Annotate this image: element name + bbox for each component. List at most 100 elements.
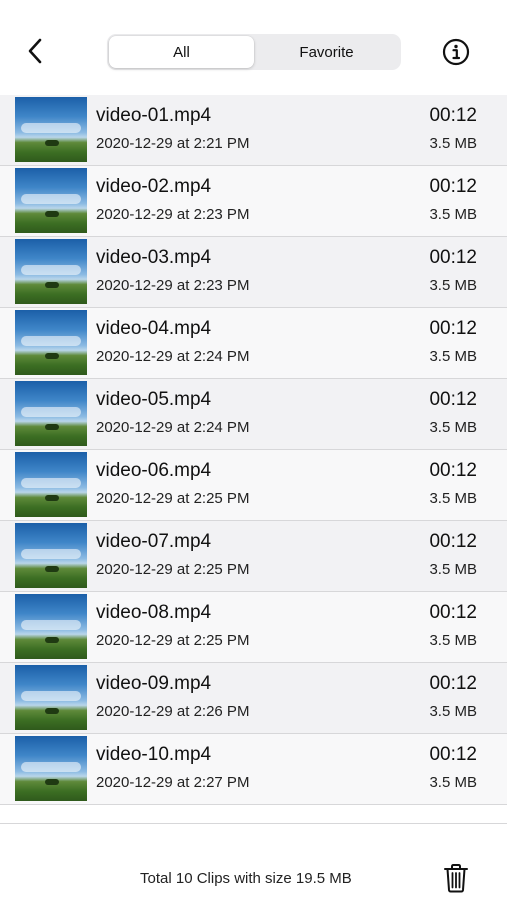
clip-date: 2020-12-29 at 2:24 PM (96, 348, 250, 365)
clip-row[interactable]: video-10.mp4 2020-12-29 at 2:27 PM 00:12 3.… (0, 734, 507, 805)
thumbnail-tree (45, 140, 59, 146)
clip-duration: 00:12 (429, 460, 477, 481)
thumbnail-cloud (21, 549, 81, 559)
clip-row[interactable]: video-09.mp4 2020-12-29 at 2:26 PM 00:12 3.… (0, 663, 507, 734)
footer-divider (0, 823, 507, 824)
thumbnail-cloud (21, 691, 81, 701)
video-thumbnail (15, 736, 87, 801)
clip-date: 2020-12-29 at 2:21 PM (96, 135, 250, 152)
thumbnail-tree (45, 495, 59, 501)
video-thumbnail (15, 665, 87, 730)
thumbnail-cloud (21, 123, 81, 133)
clip-duration: 00:12 (429, 673, 477, 694)
tab-favorite[interactable]: Favorite (254, 36, 399, 68)
video-thumbnail (15, 168, 87, 233)
clip-meta: video-10.mp4 2020-12-29 at 2:27 PM 00:12 3.… (96, 734, 507, 805)
clip-row[interactable]: video-02.mp4 2020-12-29 at 2:23 PM 00:12 3.… (0, 166, 507, 237)
thumbnail-tree (45, 708, 59, 714)
chevron-left-icon (28, 38, 42, 64)
video-thumbnail (15, 594, 87, 659)
clip-filename: video-09.mp4 (96, 673, 212, 694)
clip-filename: video-03.mp4 (96, 247, 212, 268)
clip-date: 2020-12-29 at 2:23 PM (96, 277, 250, 294)
trash-icon (444, 864, 468, 893)
clip-size: 3.5 MB (429, 348, 477, 365)
clip-size: 3.5 MB (429, 703, 477, 720)
clip-date: 2020-12-29 at 2:25 PM (96, 632, 250, 649)
clip-filename: video-05.mp4 (96, 389, 212, 410)
clip-size: 3.5 MB (429, 490, 477, 507)
clip-filename: video-02.mp4 (96, 176, 212, 197)
clip-row[interactable]: video-06.mp4 2020-12-29 at 2:25 PM 00:12 3.… (0, 450, 507, 521)
clip-size: 3.5 MB (429, 206, 477, 223)
clip-list: video-01.mp4 2020-12-29 at 2:21 PM 00:12 3.… (0, 95, 507, 805)
clip-duration: 00:12 (429, 389, 477, 410)
clip-row[interactable]: video-01.mp4 2020-12-29 at 2:21 PM 00:12 3.… (0, 95, 507, 166)
info-button[interactable] (441, 37, 471, 67)
clip-duration: 00:12 (429, 247, 477, 268)
thumbnail-cloud (21, 194, 81, 204)
clip-size: 3.5 MB (429, 419, 477, 436)
thumbnail-tree (45, 282, 59, 288)
thumbnail-cloud (21, 762, 81, 772)
segmented-control: All Favorite (107, 34, 401, 70)
delete-button[interactable] (441, 860, 471, 896)
clip-row[interactable]: video-03.mp4 2020-12-29 at 2:23 PM 00:12 3.… (0, 237, 507, 308)
thumbnail-tree (45, 211, 59, 217)
video-clips-screen: All Favorite video-01.mp4 2020-12-29 at 2… (0, 0, 507, 900)
clip-meta: video-08.mp4 2020-12-29 at 2:25 PM 00:12 3.… (96, 592, 507, 663)
video-thumbnail (15, 310, 87, 375)
clip-size: 3.5 MB (429, 774, 477, 791)
clip-duration: 00:12 (429, 531, 477, 552)
video-thumbnail (15, 452, 87, 517)
clip-size: 3.5 MB (429, 135, 477, 152)
clip-meta: video-07.mp4 2020-12-29 at 2:25 PM 00:12 3.… (96, 521, 507, 592)
video-thumbnail (15, 239, 87, 304)
clip-size: 3.5 MB (429, 632, 477, 649)
clip-duration: 00:12 (429, 318, 477, 339)
thumbnail-cloud (21, 478, 81, 488)
clip-filename: video-04.mp4 (96, 318, 212, 339)
clip-date: 2020-12-29 at 2:23 PM (96, 206, 250, 223)
clip-duration: 00:12 (429, 602, 477, 623)
clip-date: 2020-12-29 at 2:25 PM (96, 561, 250, 578)
thumbnail-cloud (21, 336, 81, 346)
clip-row[interactable]: video-07.mp4 2020-12-29 at 2:25 PM 00:12 3.… (0, 521, 507, 592)
clip-duration: 00:12 (429, 105, 477, 126)
clip-date: 2020-12-29 at 2:27 PM (96, 774, 250, 791)
clip-date: 2020-12-29 at 2:26 PM (96, 703, 250, 720)
tab-all[interactable]: All (109, 36, 254, 68)
header: All Favorite (0, 0, 507, 95)
clip-meta: video-03.mp4 2020-12-29 at 2:23 PM 00:12 3.… (96, 237, 507, 308)
clip-filename: video-06.mp4 (96, 460, 212, 481)
clip-meta: video-05.mp4 2020-12-29 at 2:24 PM 00:12 3.… (96, 379, 507, 450)
video-thumbnail (15, 381, 87, 446)
thumbnail-tree (45, 353, 59, 359)
info-circle-icon (442, 38, 470, 66)
clip-filename: video-08.mp4 (96, 602, 212, 623)
clip-meta: video-01.mp4 2020-12-29 at 2:21 PM 00:12 3.… (96, 95, 507, 166)
clip-date: 2020-12-29 at 2:24 PM (96, 419, 250, 436)
thumbnail-tree (45, 424, 59, 430)
clip-size: 3.5 MB (429, 561, 477, 578)
thumbnail-tree (45, 566, 59, 572)
clip-size: 3.5 MB (429, 277, 477, 294)
thumbnail-cloud (21, 620, 81, 630)
clips-summary: Total 10 Clips with size 19.5 MB (140, 870, 352, 887)
thumbnail-cloud (21, 265, 81, 275)
clip-meta: video-09.mp4 2020-12-29 at 2:26 PM 00:12 3.… (96, 663, 507, 734)
clip-date: 2020-12-29 at 2:25 PM (96, 490, 250, 507)
clip-row[interactable]: video-05.mp4 2020-12-29 at 2:24 PM 00:12 3.… (0, 379, 507, 450)
clip-meta: video-06.mp4 2020-12-29 at 2:25 PM 00:12 3.… (96, 450, 507, 521)
thumbnail-tree (45, 779, 59, 785)
clip-filename: video-01.mp4 (96, 105, 212, 126)
thumbnail-cloud (21, 407, 81, 417)
back-button[interactable] (20, 35, 50, 67)
clip-row[interactable]: video-04.mp4 2020-12-29 at 2:24 PM 00:12 3.… (0, 308, 507, 379)
thumbnail-tree (45, 637, 59, 643)
clip-filename: video-10.mp4 (96, 744, 212, 765)
video-thumbnail (15, 523, 87, 588)
clip-meta: video-04.mp4 2020-12-29 at 2:24 PM 00:12 3.… (96, 308, 507, 379)
clip-duration: 00:12 (429, 744, 477, 765)
clip-row[interactable]: video-08.mp4 2020-12-29 at 2:25 PM 00:12 3.… (0, 592, 507, 663)
